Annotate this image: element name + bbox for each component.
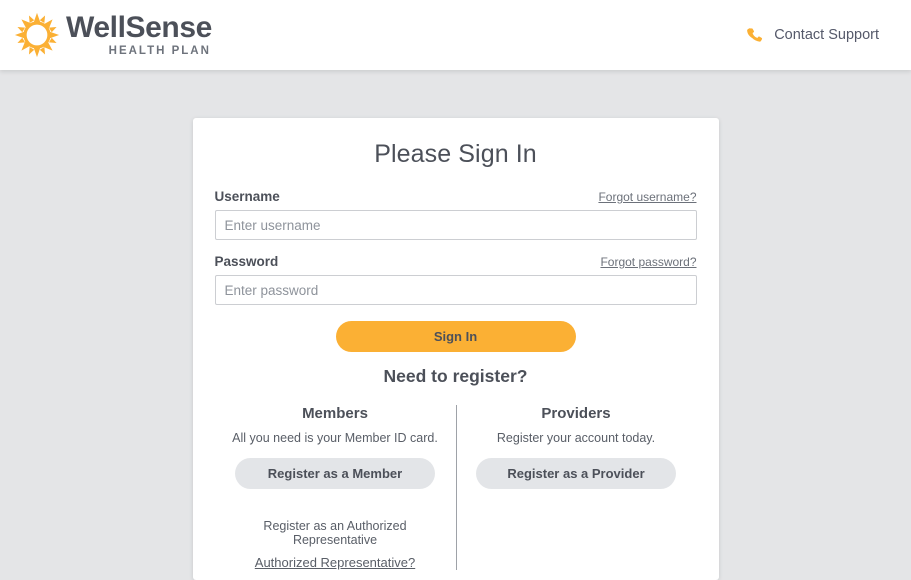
username-label: Username	[214, 189, 280, 204]
members-subtitle: All you need is your Member ID card.	[232, 431, 438, 445]
members-column: Members All you need is your Member ID c…	[215, 405, 456, 570]
contact-support-link[interactable]: Contact Support	[746, 27, 879, 44]
forgot-username-link[interactable]: Forgot username?	[598, 190, 696, 204]
authorized-representative-link[interactable]: Authorized Representative?	[255, 555, 415, 570]
username-input[interactable]	[214, 210, 697, 240]
brand-tagline: HEALTH PLAN	[108, 44, 211, 57]
brand-logo[interactable]: WellSense HEALTH PLAN	[14, 12, 212, 58]
password-field-group: Password Forgot password?	[214, 254, 697, 305]
column-divider	[455, 405, 457, 570]
register-heading: Need to register?	[383, 366, 528, 386]
register-columns: Members All you need is your Member ID c…	[215, 405, 697, 570]
sign-in-button[interactable]: Sign In	[335, 321, 576, 352]
members-heading: Members	[302, 405, 368, 422]
brand-name: WellSense	[66, 10, 212, 44]
phone-icon	[746, 27, 763, 44]
providers-column: Providers Register your account today. R…	[456, 405, 697, 570]
username-label-row: Username Forgot username?	[215, 189, 697, 204]
providers-heading: Providers	[541, 405, 611, 422]
username-field-group: Username Forgot username?	[214, 189, 697, 240]
contact-support-label: Contact Support	[774, 27, 879, 43]
sun-icon	[14, 12, 60, 58]
providers-subtitle: Register your account today.	[496, 431, 656, 445]
register-as-member-button[interactable]: Register as a Member	[235, 458, 435, 489]
register-as-provider-button[interactable]: Register as a Provider	[476, 458, 676, 489]
site-header: WellSense HEALTH PLAN Contact Support	[0, 0, 911, 70]
password-input[interactable]	[214, 275, 697, 305]
page-title: Please Sign In	[374, 140, 537, 168]
password-label: Password	[214, 254, 279, 269]
signin-card: Please Sign In Username Forgot username?…	[192, 118, 719, 580]
signin-button-wrap: Sign In	[215, 321, 697, 352]
forgot-password-link[interactable]: Forgot password?	[600, 255, 696, 269]
password-label-row: Password Forgot password?	[215, 254, 697, 269]
page-body: Please Sign In Username Forgot username?…	[0, 70, 911, 580]
authorized-representative-text: Register as an Authorized Representative	[263, 519, 407, 547]
